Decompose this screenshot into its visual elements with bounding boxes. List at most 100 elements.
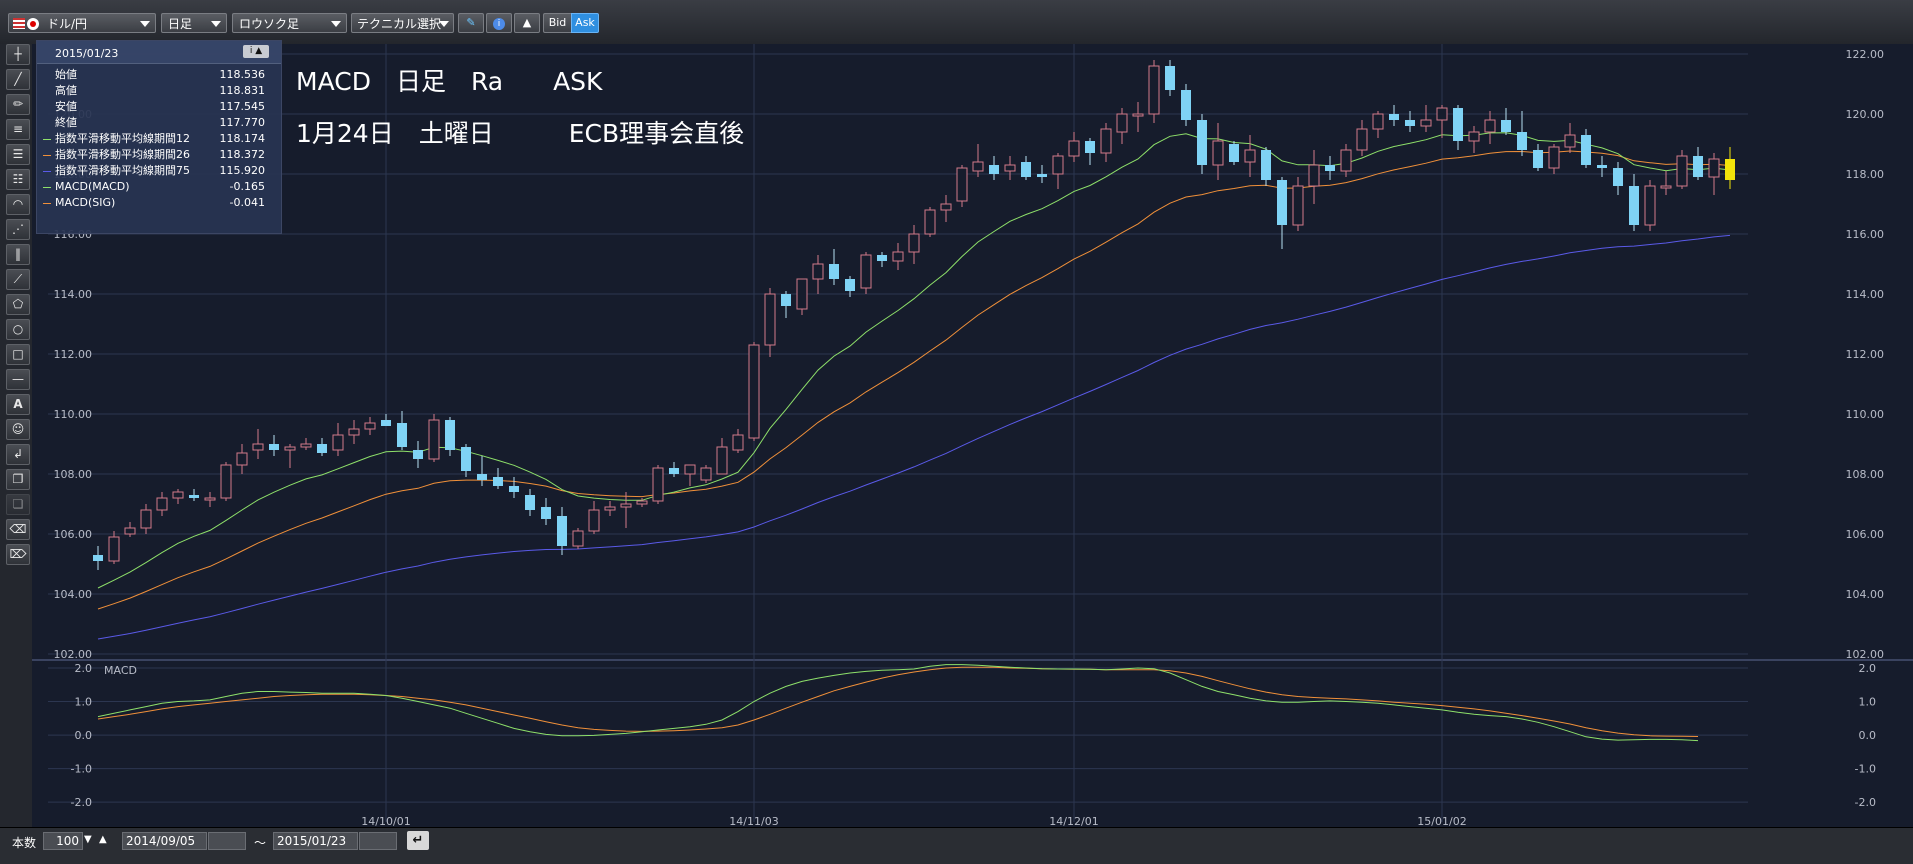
candle-body [781, 294, 791, 306]
vertical-lines-tool-button[interactable]: ‖ [6, 244, 30, 265]
erase-all-tool-button[interactable]: ⌦ [6, 544, 30, 565]
area-chart-icon: ▲ [522, 16, 532, 29]
currency-pair-label: ドル/円 [47, 17, 88, 31]
candle-body [220, 464, 232, 499]
info-row-value: -0.041 [229, 196, 265, 209]
macd-y-tick-right: 2.0 [1859, 662, 1877, 675]
text-tool-button[interactable]: A [6, 394, 30, 415]
candle-body [572, 530, 584, 547]
hline-tool-button[interactable]: — [6, 369, 30, 390]
fibonacci-tool-button[interactable]: ☷ [6, 169, 30, 190]
chart-type-select[interactable]: ロウソク足 [232, 13, 347, 33]
legend-line-swatch [43, 187, 51, 188]
paste-icon: ❏ [12, 497, 24, 511]
x-tick-label: 15/01/02 [1417, 815, 1466, 827]
y-tick-label-right: 118.00 [1846, 168, 1885, 181]
start-time-input[interactable] [208, 832, 246, 850]
technical-select[interactable]: テクニカル選択 [351, 13, 454, 33]
count-input[interactable]: 100 [43, 832, 83, 850]
crosshair-tool-button[interactable]: ┼ [6, 44, 30, 65]
technical-label: テクニカル選択 [357, 17, 442, 31]
info-row-value: 117.770 [219, 116, 266, 129]
erase-all-icon: ⌦ [9, 547, 27, 561]
pentagon-tool-button[interactable]: ⬠ [6, 294, 30, 315]
chart-area[interactable]: 122.00122.00120.00120.00118.00118.00116.… [32, 44, 1913, 827]
info-toggle-button[interactable]: i ▲ [243, 45, 269, 58]
currency-pair-select[interactable]: ドル/円 [8, 13, 156, 33]
apply-range-button[interactable]: ↵ [407, 831, 429, 850]
candle-body [461, 447, 471, 471]
macd-y-tick-right: 1.0 [1859, 696, 1877, 709]
candle-body [812, 263, 824, 280]
candle-body [1581, 135, 1591, 165]
rectangle-tool-button[interactable]: □ [6, 344, 30, 365]
candle-body [684, 464, 696, 475]
info-date: 2015/01/23 [55, 47, 119, 60]
candle-body [1644, 185, 1656, 226]
info-row-value: 117.545 [219, 100, 266, 113]
candle-body [845, 279, 855, 291]
info-row: 高値 118.831 [43, 83, 275, 99]
fan-tool-button[interactable]: ⋰ [6, 219, 30, 240]
circle-tool-button[interactable]: ○ [6, 319, 30, 340]
start-date-input[interactable]: 2014/09/05 [122, 832, 207, 850]
trendline-tool-button[interactable]: ╱ [6, 69, 30, 90]
eraser-tool-button[interactable]: ⌫ [6, 519, 30, 540]
macd-y-tick-left: 2.0 [75, 662, 93, 675]
return-icon: ↵ [412, 833, 424, 848]
pencil-tool-button[interactable]: ✏ [6, 94, 30, 115]
period-select[interactable]: 日足 [161, 13, 227, 33]
copy-tool-button[interactable]: ❐ [6, 469, 30, 490]
candle-body [604, 506, 616, 511]
area-chart-button[interactable]: ▲ [514, 13, 540, 33]
end-date-input[interactable]: 2015/01/23 [273, 832, 358, 850]
candle-body [252, 443, 264, 451]
icon-tool-button[interactable]: ☺ [6, 419, 30, 440]
chevron-down-icon [211, 21, 221, 27]
candle-body [1660, 185, 1672, 189]
macd-y-tick-right: 0.0 [1859, 729, 1877, 742]
y-tick-label-right: 110.00 [1846, 408, 1885, 421]
candle-body [1068, 140, 1080, 157]
chart-svg[interactable]: 122.00122.00120.00120.00118.00118.00116.… [32, 44, 1913, 827]
candle-body [716, 446, 728, 475]
y-tick-label-right: 112.00 [1846, 348, 1885, 361]
candle-body [1676, 155, 1688, 187]
candle-body [172, 491, 184, 499]
candle-body [877, 255, 887, 261]
candle-body [1548, 146, 1560, 169]
horizontal-line-tool-button[interactable]: ≡ [6, 119, 30, 140]
x-tick-label: 14/12/01 [1049, 815, 1098, 827]
info-row: 始値 118.536 [43, 67, 275, 83]
paste-tool-button[interactable]: ❏ [6, 494, 30, 515]
y-tick-label-left: 106.00 [54, 528, 93, 541]
undo-tool-button[interactable]: ↲ [6, 444, 30, 465]
hline-icon: — [12, 372, 24, 386]
arc-tool-button[interactable]: ◠ [6, 194, 30, 215]
end-time-input[interactable] [359, 832, 397, 850]
candle-body [1340, 149, 1352, 172]
count-up-icon[interactable]: ▲ [99, 834, 107, 845]
pen-tool-button[interactable]: ✎ [458, 13, 484, 33]
x-tick-label: 14/10/01 [361, 815, 410, 827]
pitchfork-tool-button[interactable]: ⟋ [6, 269, 30, 290]
count-label: 本数 [12, 836, 37, 850]
info-row-label: 始値 [55, 68, 77, 81]
channel-tool-button[interactable]: ☰ [6, 144, 30, 165]
info-row-label: MACD(MACD) [55, 180, 130, 193]
candle-body [189, 495, 199, 498]
count-value: 100 [56, 834, 79, 848]
info-button[interactable]: i [486, 13, 512, 33]
candle-body [332, 434, 344, 451]
candle-body [636, 500, 648, 505]
period-label: 日足 [168, 17, 193, 31]
candle-body [796, 278, 808, 310]
info-row-value: 118.174 [219, 132, 266, 145]
info-row-label: 安値 [55, 100, 77, 113]
count-down-icon[interactable]: ▼ [84, 834, 92, 845]
info-row: 指数平滑移動平均線期間75 115.920 [43, 163, 275, 179]
info-row-value: 118.831 [219, 84, 266, 97]
ask-button[interactable]: Ask [571, 13, 599, 33]
bid-button[interactable]: Bid [543, 13, 571, 33]
horizontal-lines-icon: ≡ [12, 122, 24, 136]
